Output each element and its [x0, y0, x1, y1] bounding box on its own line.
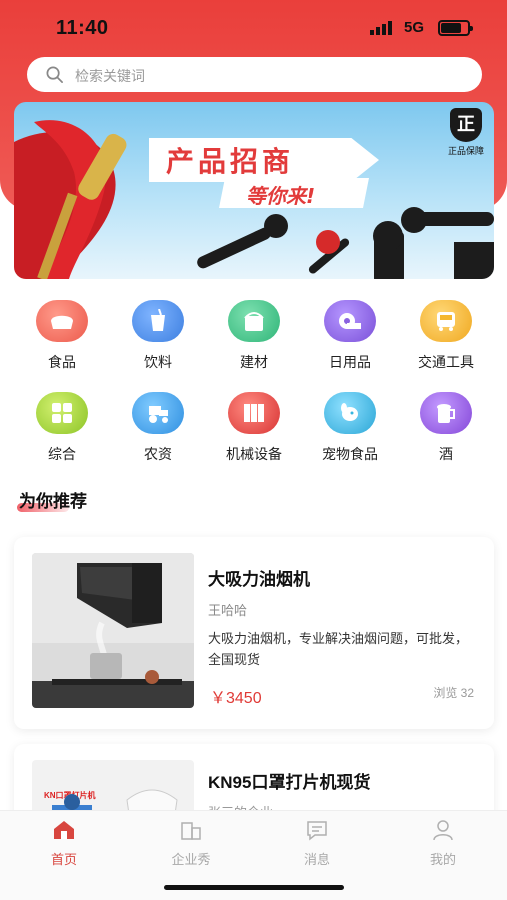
category-general[interactable]: 综合 — [14, 388, 110, 480]
category-pet-food[interactable]: 宠物食品 — [302, 388, 398, 480]
category-row: 食品 饮料 建材 日用品 交通工具 — [14, 296, 494, 388]
product-company: 王哈哈 — [208, 603, 248, 618]
tab-label: 首页 — [50, 852, 77, 867]
tab-messages[interactable]: 消息 — [267, 819, 367, 868]
tab-label: 消息 — [303, 852, 330, 867]
category-label: 建材 — [240, 354, 268, 370]
product-price: ￥3450 — [210, 690, 262, 707]
product-image — [32, 553, 194, 708]
category-label: 饮料 — [144, 354, 172, 370]
authentic-badge: 正 正品保障 — [444, 108, 488, 157]
category-building-materials[interactable]: 建材 — [206, 296, 302, 388]
status-time: 11:40 — [56, 17, 109, 39]
cup-icon — [132, 300, 184, 342]
tab-profile[interactable]: 我的 — [393, 819, 493, 868]
product-views: 浏览 32 — [433, 686, 474, 700]
category-liquor[interactable]: 酒 — [398, 388, 494, 480]
category-label: 机械设备 — [226, 446, 282, 462]
tractor-icon — [132, 392, 184, 434]
banner-title: 产品招商 — [166, 145, 295, 178]
category-daily-goods[interactable]: 日用品 — [302, 296, 398, 388]
search-placeholder: 检索关键词 — [75, 68, 145, 84]
tab-label: 企业秀 — [171, 852, 211, 867]
category-label: 综合 — [48, 446, 76, 462]
category-label: 宠物食品 — [322, 446, 378, 462]
bus-icon — [420, 300, 472, 342]
tab-company-show[interactable]: 企业秀 — [141, 819, 241, 868]
category-label: 农资 — [144, 446, 172, 462]
section-title: 为你推荐 — [19, 492, 87, 511]
search-bar[interactable]: 检索关键词 — [27, 57, 482, 92]
product-card[interactable]: 大吸力油烟机 王哈哈 大吸力油烟机，专业解决油烟问题，可批发，全国现货 ￥345… — [14, 537, 494, 729]
category-food[interactable]: 食品 — [14, 296, 110, 388]
category-label: 食品 — [48, 354, 76, 370]
category-row: 综合 农资 机械设备 宠物食品 酒 — [14, 388, 494, 480]
promo-banner[interactable]: 产品招商 等你来! 正 正品保障 — [14, 102, 494, 279]
network-type: 5G — [404, 19, 425, 36]
category-label: 交通工具 — [418, 354, 474, 370]
user-icon — [433, 820, 453, 841]
category-vehicles[interactable]: 交通工具 — [398, 296, 494, 388]
machine-icon — [228, 392, 280, 434]
category-machinery[interactable]: 机械设备 — [206, 388, 302, 480]
tissue-roll-icon — [324, 300, 376, 342]
category-agriculture[interactable]: 农资 — [110, 388, 206, 480]
tab-home[interactable]: 首页 — [14, 819, 114, 868]
building-icon — [181, 822, 201, 840]
home-icon — [54, 821, 74, 839]
bread-icon — [36, 300, 88, 342]
product-title: KN95口罩打片机现货 — [208, 773, 371, 792]
tab-label: 我的 — [429, 852, 456, 867]
category-label: 日用品 — [329, 354, 371, 370]
status-bar: 11:40 5G — [0, 0, 507, 56]
category-drinks[interactable]: 饮料 — [110, 296, 206, 388]
grid-icon — [36, 392, 88, 434]
shield-icon: 正 — [450, 108, 482, 142]
message-icon — [307, 821, 327, 841]
category-label: 酒 — [439, 446, 453, 462]
search-icon — [46, 66, 63, 83]
signal-icon — [370, 21, 392, 35]
product-description: 大吸力油烟机，专业解决油烟问题，可批发，全国现货 — [208, 631, 469, 667]
product-title: 大吸力油烟机 — [208, 570, 310, 589]
category-grid: 食品 饮料 建材 日用品 交通工具 综合 农资 机械设备 宠物食品 酒 — [14, 296, 494, 480]
paint-bucket-icon — [228, 300, 280, 342]
battery-icon — [438, 20, 473, 36]
home-indicator — [164, 885, 344, 890]
badge-label: 正品保障 — [447, 146, 484, 156]
beer-icon — [420, 392, 472, 434]
banner-subtitle: 等你来! — [246, 184, 316, 208]
dog-icon — [324, 392, 376, 434]
